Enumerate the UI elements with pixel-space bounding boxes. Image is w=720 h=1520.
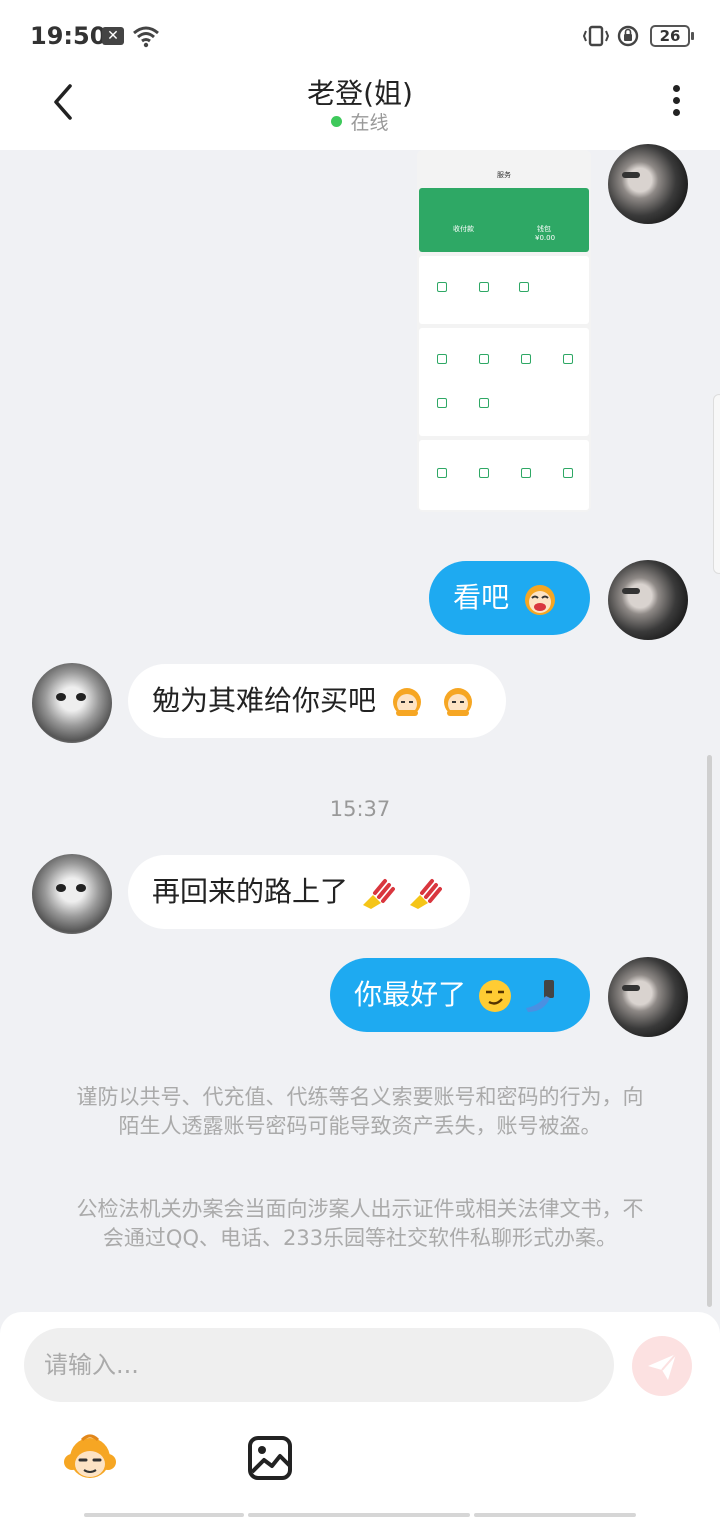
smirk-emoji-icon: [479, 980, 512, 1012]
shared-image-wallet-label: 钱包: [537, 225, 551, 233]
shared-image-topbar: 服务: [417, 150, 591, 188]
message-text: 你最好了: [354, 978, 467, 1011]
status-time: 19:50: [30, 22, 107, 50]
presence-label: 在线: [350, 112, 389, 134]
shared-image-title: 服务: [497, 171, 511, 179]
safety-notice: 谨防以共号、代充值、代练等名义索要账号和密码的行为，向陌生人透露账号密码可能导致…: [76, 1085, 644, 1138]
chat-header: 老登(姐) 在线: [0, 72, 720, 150]
edge-panel-handle[interactable]: [713, 394, 720, 574]
message-timestamp: 15:37: [329, 797, 391, 821]
friend-message-bubble[interactable]: 再回来的路上了: [128, 855, 470, 929]
chat-title: 老登(姐): [307, 77, 413, 110]
battery-indicator: 26: [650, 25, 694, 47]
rotation-lock-icon: [617, 25, 639, 47]
send-icon: [648, 1353, 677, 1380]
shared-image-message[interactable]: 服务 收付款 钱包 ¥0.00: [417, 150, 591, 512]
emoji-icon[interactable]: [60, 1430, 120, 1490]
shared-image-pay-label: 收付款: [453, 225, 474, 233]
more-vertical-icon[interactable]: [666, 82, 686, 122]
message-text: 再回来的路上了: [152, 875, 349, 908]
nail-polish-emoji-icon: [362, 879, 395, 909]
shared-image-card: [419, 440, 589, 510]
message-text: 勉为其难给你买吧: [152, 684, 377, 717]
message-input[interactable]: [24, 1328, 614, 1402]
my-avatar[interactable]: [608, 957, 688, 1037]
my-avatar[interactable]: [608, 144, 688, 224]
vibrate-icon: [582, 25, 610, 47]
scroll-indicator[interactable]: [707, 755, 712, 1307]
laughing-monkey-emoji-icon: [525, 585, 555, 615]
status-bar: 19:50 ✕ 26: [0, 0, 720, 72]
message-composer: [0, 1312, 720, 1520]
my-avatar[interactable]: [608, 560, 688, 640]
message-text: 看吧: [453, 581, 510, 614]
my-message-bubble[interactable]: 看吧: [429, 561, 590, 635]
nail-polish-emoji-icon: [409, 879, 442, 909]
shared-image-wallet-tile: 收付款 钱包 ¥0.00: [419, 188, 589, 252]
bottom-divider: [84, 1513, 244, 1517]
wifi-icon: [133, 26, 159, 48]
bottom-divider: [474, 1513, 636, 1517]
shared-image-card: [419, 328, 589, 436]
friend-message-bubble[interactable]: 勉为其难给你买吧: [128, 664, 506, 738]
send-button[interactable]: [632, 1336, 692, 1396]
online-dot: [331, 116, 343, 127]
selfie-emoji-icon: [526, 980, 554, 1012]
friend-avatar[interactable]: [32, 663, 112, 743]
shy-monkey-emoji-icon: [392, 688, 421, 716]
shared-image-balance: ¥0.00: [535, 234, 556, 242]
shared-image-card: [419, 256, 589, 324]
my-message-bubble[interactable]: 你最好了: [330, 958, 590, 1032]
notification-icon: ✕: [102, 27, 124, 45]
presence-status: 在线: [0, 108, 720, 135]
shy-monkey-emoji-icon: [443, 688, 472, 716]
bottom-divider: [248, 1513, 470, 1517]
image-icon[interactable]: [246, 1434, 294, 1482]
safety-notice: 公检法机关办案会当面向涉案人出示证件或相关法律文书，不会通过QQ、电话、233乐…: [76, 1197, 644, 1250]
friend-avatar[interactable]: [32, 854, 112, 934]
